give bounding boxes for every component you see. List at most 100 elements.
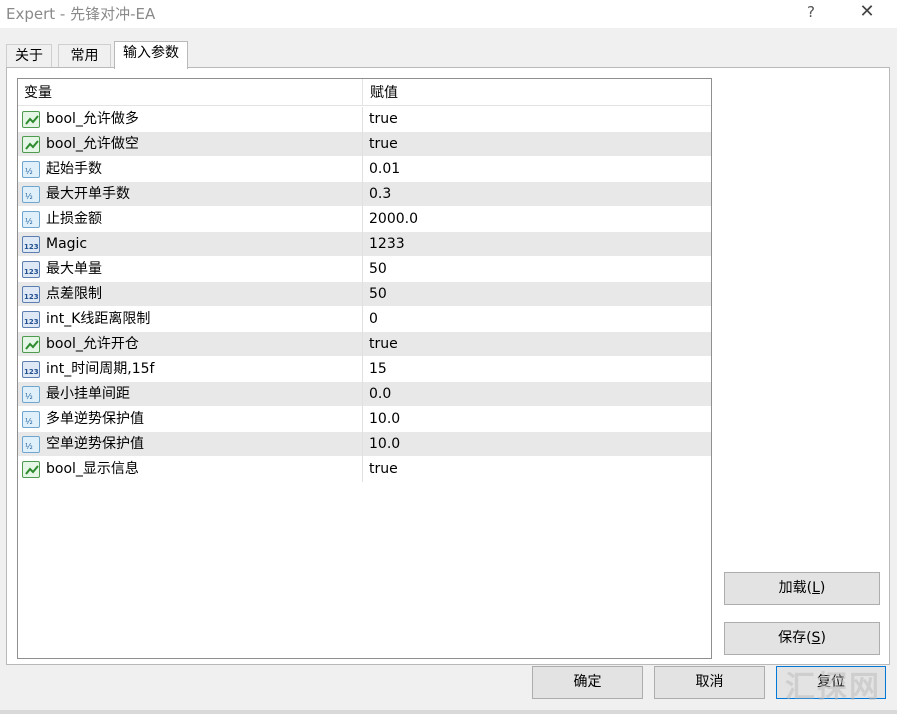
svg-text:½: ½ — [25, 217, 33, 226]
parameter-value[interactable]: 10.0 — [369, 432, 709, 457]
cancel-button[interactable]: 取消 — [654, 666, 765, 699]
svg-text:½: ½ — [25, 442, 33, 451]
double-type-icon: ½ — [22, 436, 40, 453]
parameter-row[interactable]: bool_允许做多 true — [18, 107, 711, 132]
close-button[interactable]: ✕ — [854, 0, 880, 26]
bool-type-icon — [22, 461, 40, 478]
parameter-value[interactable]: 0.0 — [369, 382, 709, 407]
parameter-row[interactable]: 123 int_时间周期,15f 15 — [18, 357, 711, 382]
svg-text:123: 123 — [24, 243, 39, 251]
parameter-name: 多单逆势保护值 — [46, 411, 144, 427]
parameter-name-cell[interactable]: 123 点差限制 — [18, 282, 363, 307]
svg-text:123: 123 — [24, 318, 39, 326]
double-type-icon: ½ — [22, 386, 40, 403]
svg-text:123: 123 — [24, 268, 39, 276]
parameter-value[interactable]: 50 — [369, 282, 709, 307]
double-type-icon: ½ — [22, 411, 40, 428]
parameter-name-cell[interactable]: ½ 止损金额 — [18, 207, 363, 232]
parameter-row[interactable]: ½ 起始手数 0.01 — [18, 157, 711, 182]
int-type-icon: 123 — [22, 236, 40, 253]
svg-text:½: ½ — [25, 392, 33, 401]
parameter-name: 止损金额 — [46, 211, 102, 227]
column-header-variable[interactable]: 变量 — [18, 79, 363, 105]
bool-type-icon — [22, 111, 40, 128]
parameter-name-cell[interactable]: bool_允许做多 — [18, 107, 363, 132]
svg-text:½: ½ — [25, 192, 33, 201]
parameter-value[interactable]: 50 — [369, 257, 709, 282]
parameter-row[interactable]: bool_允许开仓 true — [18, 332, 711, 357]
parameter-value[interactable]: 2000.0 — [369, 207, 709, 232]
double-type-icon: ½ — [22, 186, 40, 203]
parameter-value[interactable]: true — [369, 332, 709, 357]
parameter-name-cell[interactable]: 123 Magic — [18, 232, 363, 257]
parameter-name-cell[interactable]: ½ 多单逆势保护值 — [18, 407, 363, 432]
double-type-icon: ½ — [22, 211, 40, 228]
parameter-value[interactable]: true — [369, 132, 709, 157]
parameter-rows: bool_允许做多 true bool_允许做空 true ½ 起始手数 0.01 ½ 最大开单… — [18, 107, 711, 482]
svg-text:123: 123 — [24, 368, 39, 376]
parameter-name-cell[interactable]: ½ 空单逆势保护值 — [18, 432, 363, 457]
bool-type-icon — [22, 136, 40, 153]
int-type-icon: 123 — [22, 261, 40, 278]
tab-about[interactable]: 关于 — [6, 44, 52, 68]
svg-text:½: ½ — [25, 167, 33, 176]
parameter-name-cell[interactable]: ½ 最小挂单间距 — [18, 382, 363, 407]
parameter-value[interactable]: 15 — [369, 357, 709, 382]
grid-header: 变量 赋值 — [18, 79, 711, 106]
parameter-name-cell[interactable]: 123 最大单量 — [18, 257, 363, 282]
parameter-name: 最小挂单间距 — [46, 386, 130, 402]
double-type-icon: ½ — [22, 161, 40, 178]
save-button[interactable]: 保存(S) — [724, 622, 880, 655]
title-bar: Expert - 先锋对冲-EA ? ✕ — [0, 0, 897, 28]
help-button[interactable]: ? — [800, 0, 822, 26]
parameter-name: bool_允许做多 — [46, 111, 139, 127]
int-type-icon: 123 — [22, 361, 40, 378]
parameter-value[interactable]: true — [369, 107, 709, 132]
load-button[interactable]: 加载(L) — [724, 572, 880, 605]
parameter-name: 起始手数 — [46, 161, 102, 177]
int-type-icon: 123 — [22, 311, 40, 328]
ok-button[interactable]: 确定 — [532, 666, 643, 699]
parameter-name: 点差限制 — [46, 286, 102, 302]
parameter-name-cell[interactable]: ½ 最大开单手数 — [18, 182, 363, 207]
parameter-row[interactable]: 123 最大单量 50 — [18, 257, 711, 282]
parameter-name-cell[interactable]: 123 int_K线距离限制 — [18, 307, 363, 332]
parameter-value[interactable]: 0 — [369, 307, 709, 332]
column-header-value[interactable]: 赋值 — [364, 79, 711, 105]
bottom-divider — [0, 710, 897, 714]
parameter-name: bool_显示信息 — [46, 461, 139, 477]
parameter-name: int_K线距离限制 — [46, 311, 151, 327]
parameter-name: int_时间周期,15f — [46, 361, 155, 377]
parameter-name-cell[interactable]: 123 int_时间周期,15f — [18, 357, 363, 382]
parameter-row[interactable]: bool_允许做空 true — [18, 132, 711, 157]
parameter-row[interactable]: 123 Magic 1233 — [18, 232, 711, 257]
parameter-row[interactable]: ½ 最大开单手数 0.3 — [18, 182, 711, 207]
parameter-name: 最大开单手数 — [46, 186, 130, 202]
parameter-name-cell[interactable]: bool_允许做空 — [18, 132, 363, 157]
parameter-name-cell[interactable]: bool_允许开仓 — [18, 332, 363, 357]
parameter-row[interactable]: ½ 最小挂单间距 0.0 — [18, 382, 711, 407]
parameter-name-cell[interactable]: ½ 起始手数 — [18, 157, 363, 182]
parameter-row[interactable]: ½ 止损金额 2000.0 — [18, 207, 711, 232]
parameter-name: 最大单量 — [46, 261, 102, 277]
parameter-row[interactable]: bool_显示信息 true — [18, 457, 711, 482]
parameter-row[interactable]: ½ 多单逆势保护值 10.0 — [18, 407, 711, 432]
parameter-value[interactable]: true — [369, 457, 709, 482]
bool-type-icon — [22, 336, 40, 353]
parameter-row[interactable]: 123 int_K线距离限制 0 — [18, 307, 711, 332]
parameter-name: bool_允许开仓 — [46, 336, 139, 352]
watermark-logo: 汇探网 — [785, 670, 881, 705]
tab-common[interactable]: 常用 — [58, 44, 111, 68]
parameter-value[interactable]: 0.3 — [369, 182, 709, 207]
parameter-name-cell[interactable]: bool_显示信息 — [18, 457, 363, 482]
parameter-value[interactable]: 10.0 — [369, 407, 709, 432]
tab-input-params[interactable]: 输入参数 — [114, 41, 188, 69]
parameter-value[interactable]: 0.01 — [369, 157, 709, 182]
parameter-name: 空单逆势保护值 — [46, 436, 144, 452]
parameter-row[interactable]: ½ 空单逆势保护值 10.0 — [18, 432, 711, 457]
parameter-value[interactable]: 1233 — [369, 232, 709, 257]
parameter-row[interactable]: 123 点差限制 50 — [18, 282, 711, 307]
window-title: Expert - 先锋对冲-EA — [6, 5, 156, 23]
parameter-name: bool_允许做空 — [46, 136, 139, 152]
svg-text:123: 123 — [24, 293, 39, 301]
